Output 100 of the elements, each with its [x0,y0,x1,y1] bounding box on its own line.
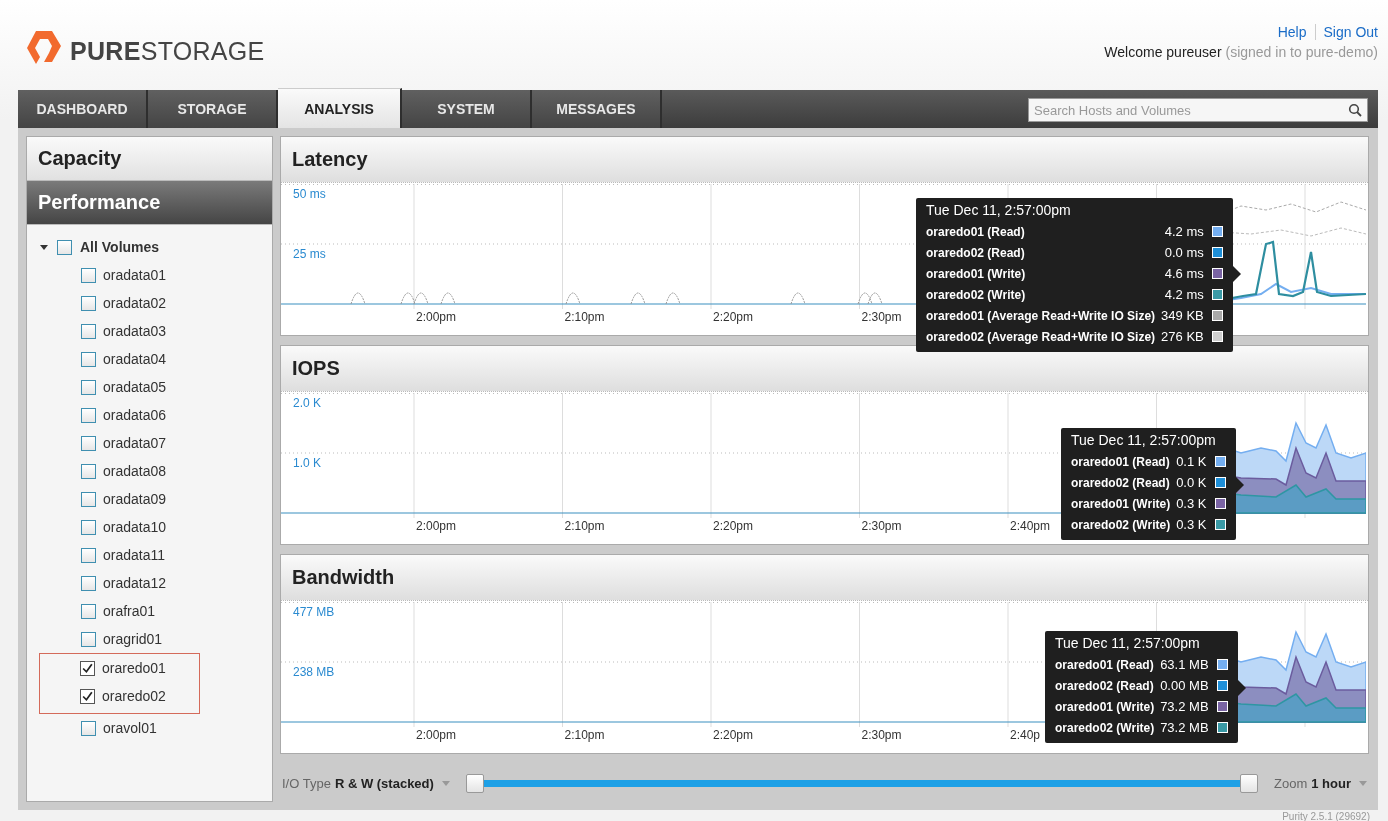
x-axis-label: 2:00pm [416,310,457,324]
volume-label[interactable]: oradata07 [103,435,167,451]
tooltip-date: Tue Dec 11, 2:57:00pm [1055,635,1201,651]
checkbox[interactable] [81,463,96,479]
volume-label[interactable]: oradata08 [103,463,167,479]
search-icon[interactable] [1348,103,1362,117]
tree-label[interactable]: All Volumes [80,239,160,255]
series-label: oraredo01 (Write) [926,266,1027,281]
x-axis-label: 2:20pm [713,728,754,742]
series-value: 4.2 ms [1164,224,1204,239]
checkbox[interactable] [80,660,95,676]
search-field[interactable]: Search Hosts and Volumes [1028,98,1368,122]
volume-label[interactable]: orafra01 [103,603,156,619]
zoom-dropdown[interactable]: Zoom 1 hour [1272,775,1369,791]
volume-label[interactable]: oradata10 [103,519,167,535]
y-axis-label: 2.0 K [293,396,322,410]
volume-label[interactable]: oradata02 [103,295,167,311]
checkbox[interactable] [80,688,95,704]
range-slider[interactable] [465,773,1259,793]
x-axis-label: 2:10pm [564,519,605,533]
volume-label[interactable]: oradata11 [103,547,165,563]
checkbox[interactable] [81,323,96,339]
series-value: 0.00 MB [1160,678,1209,693]
checkbox[interactable] [57,239,72,255]
volume-label[interactable]: oradata01 [103,267,167,283]
x-axis-label: 2:20pm [713,519,754,533]
chart-title: Bandwidth [292,566,395,589]
volume-label[interactable]: oradata06 [103,407,167,423]
x-axis-label: 2:30pm [861,519,902,533]
sidebar-section[interactable]: Capacity [27,137,272,181]
series-label: oraredo01 (Write) [1055,699,1156,714]
series-label: oraredo02 (Read) [1071,475,1171,490]
series-value: 0.0 ms [1164,245,1204,260]
header-link[interactable]: Help [1269,24,1307,40]
x-axis-label: 2:40pm [1010,519,1051,533]
series-label: oraredo01 (Read) [1055,657,1155,672]
checkbox[interactable] [81,547,96,563]
x-axis-label: 2:30pm [861,728,902,742]
caret-icon [441,780,450,786]
series-value: 73.2 MB [1160,699,1209,714]
series-label: oraredo02 (Write) [1055,720,1156,735]
logo-text: PURESTORAGE [70,36,265,66]
nav-tab[interactable]: ANALYSIS [278,88,402,128]
volume-label[interactable]: oravol01 [103,720,157,736]
y-axis-label: 1.0 K [293,456,322,470]
x-axis-label: 2:40p [1010,728,1041,742]
series-value: 4.6 ms [1164,266,1204,281]
volume-label[interactable]: oradata09 [103,491,167,507]
series-label: oraredo01 (Write) [1071,496,1172,511]
volume-label[interactable]: oradata03 [103,323,167,339]
checkbox[interactable] [81,575,96,591]
io-type-dropdown[interactable]: I/O Type R & W (stacked) [280,775,452,791]
signed-in-text: (signed in to pure-demo) [1225,44,1378,60]
checkbox[interactable] [81,379,96,395]
caret-icon [1359,780,1367,786]
y-axis-label: 25 ms [293,247,326,261]
checkbox[interactable] [81,631,96,647]
sidebar-section[interactable]: Performance [27,181,272,225]
checkbox[interactable] [81,491,96,507]
slider-handle[interactable] [465,773,484,793]
checkbox[interactable] [81,720,96,736]
volume-label[interactable]: oraredo02 [102,688,166,704]
nav-tab[interactable]: SYSTEM [402,90,532,128]
checkbox[interactable] [81,351,96,367]
nav-tab[interactable]: STORAGE [148,90,278,128]
series-value: 63.1 MB [1160,657,1209,672]
slider-handle[interactable] [1240,773,1259,793]
y-axis-label: 50 ms [293,187,326,201]
series-label: oraredo02 (Read) [1055,678,1155,693]
checkbox[interactable] [81,295,96,311]
checkbox[interactable] [81,519,96,535]
x-axis-label: 2:10pm [564,728,605,742]
volume-label[interactable]: oragrid01 [103,631,163,647]
checkbox[interactable] [81,267,96,283]
nav-tab[interactable]: MESSAGES [532,90,662,128]
x-axis-label: 2:00pm [416,728,457,742]
series-label: oraredo02 (Write) [926,287,1027,302]
checkbox[interactable] [81,603,96,619]
checkbox[interactable] [81,435,96,451]
tooltip-date: Tue Dec 11, 2:57:00pm [926,202,1072,218]
x-axis-label: 2:20pm [713,310,754,324]
header-link[interactable]: Sign Out [1314,24,1378,40]
volume-label[interactable]: oradata12 [103,575,167,591]
chart-title: IOPS [292,357,340,380]
tooltip-date: Tue Dec 11, 2:57:00pm [1071,432,1217,448]
series-value: 0.1 K [1176,454,1207,469]
series-value: 0.3 K [1176,517,1207,532]
series-value: 4.2 ms [1164,287,1204,302]
volume-label[interactable]: oraredo01 [102,660,166,676]
expand-triangle-icon[interactable] [39,242,49,252]
series-value: 0.0 K [1176,475,1207,490]
series-value: 73.2 MB [1160,720,1209,735]
volume-label[interactable]: oradata05 [103,379,167,395]
checkbox[interactable] [81,407,96,423]
y-axis-label: 477 MB [293,605,335,619]
series-label: oraredo01 (Read) [1071,454,1171,469]
y-axis-label: 238 MB [293,665,335,679]
nav-tab[interactable]: DASHBOARD [18,90,148,128]
series-value: 276 KB [1161,329,1204,344]
volume-label[interactable]: oradata04 [103,351,167,367]
